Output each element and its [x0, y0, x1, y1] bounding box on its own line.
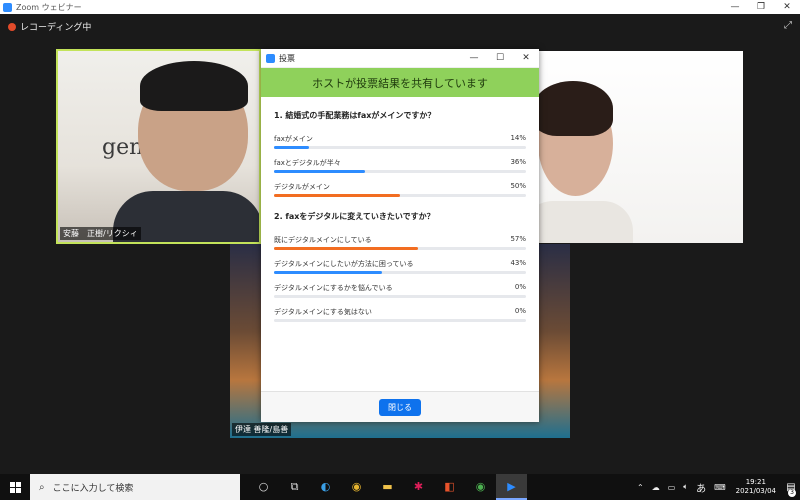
task-view-icon[interactable]: ⧉	[279, 474, 310, 500]
answer-row: デジタルメインにする気はない 0%	[274, 307, 526, 322]
taskbar-search-box[interactable]: ⌕ ここに入力して検索	[30, 474, 240, 500]
result-bar-fill	[274, 247, 418, 250]
result-bar	[274, 194, 526, 197]
participant-body	[538, 201, 633, 243]
window-controls: — ❐ ✕	[722, 2, 800, 12]
answer-percent: 0%	[514, 283, 526, 291]
result-bar-fill	[274, 194, 400, 197]
notification-center-icon[interactable]: ▤ 3	[782, 482, 800, 497]
network-icon[interactable]: ▭	[668, 483, 676, 492]
poll-window-controls: — ☐ ✕	[461, 53, 539, 63]
answer-label: デジタルがメイン	[274, 183, 330, 191]
answer-label: デジタルメインにするかを悩んでいる	[274, 284, 393, 292]
fullscreen-icon[interactable]: ⤢	[784, 20, 792, 31]
participant-name: 伊達 善隆/島善	[232, 423, 292, 436]
close-window-button[interactable]: ✕	[774, 2, 800, 12]
answer-label: 既にデジタルメインにしている	[274, 236, 372, 244]
answer-row: デジタルメインにするかを悩んでいる 0%	[274, 283, 526, 298]
windows-taskbar: ⌕ ここに入力して検索 ○ ⧉ ◐ ◉ ▬ ✱ ◧ ◉ ▶ ⌃ ☁ ▭ 🔈︎ あ…	[0, 474, 800, 500]
answer-label: faxとデジタルが半々	[274, 159, 341, 167]
start-button[interactable]	[0, 474, 30, 500]
show-hidden-icons-icon[interactable]: ⌃	[637, 483, 644, 492]
poll-footer: 閉じる	[261, 391, 539, 422]
zoom-titlebar: Zoom ウェビナー — ❐ ✕	[0, 0, 800, 14]
search-icon: ⌕	[39, 481, 45, 493]
close-poll-button[interactable]: 閉じる	[379, 398, 421, 416]
question-title: 1. 結婚式の手配業務はfaxがメインですか？	[274, 111, 436, 120]
poll-close-x-button[interactable]: ✕	[513, 53, 539, 63]
minimize-button[interactable]: —	[722, 2, 748, 12]
poll-results: 1. 結婚式の手配業務はfaxがメインですか？ faxがメイン 14% faxとデ…	[261, 110, 539, 322]
recording-dot-icon	[8, 22, 16, 31]
edge-icon[interactable]: ◐	[310, 474, 341, 500]
poll-maximize-button[interactable]: ☐	[487, 53, 513, 63]
system-tray: ⌃ ☁ ▭ 🔈︎ あ ⌨ 19:21 2021/03/04 ▤ 3	[633, 478, 800, 497]
clock-date: 2021/03/04	[735, 487, 776, 495]
answer-percent: 50%	[510, 182, 526, 190]
taskbar-clock[interactable]: 19:21 2021/03/04	[736, 478, 776, 496]
question-title: 2. faxをデジタルに変えていきたいですか？	[274, 212, 435, 221]
result-bar	[274, 170, 526, 173]
answer-row: faxがメイン 14%	[274, 134, 526, 149]
windows-logo-icon	[9, 481, 21, 493]
result-bar	[274, 271, 526, 274]
volume-icon[interactable]: 🔈︎	[683, 482, 688, 492]
zoom-app-icon	[3, 2, 12, 12]
result-bar-fill	[274, 170, 365, 173]
recording-label: レコーディング中	[20, 23, 92, 33]
answer-label: デジタルメインにする気はない	[274, 308, 372, 316]
answer-row: デジタルメインにしたいが方法に困っている 43%	[274, 259, 526, 274]
ime-indicator[interactable]: あ	[696, 480, 706, 495]
answer-row: 既にデジタルメインにしている 57%	[274, 235, 526, 250]
answer-label: デジタルメインにしたいが方法に困っている	[274, 260, 414, 268]
cortana-icon[interactable]: ○	[248, 474, 279, 500]
result-bar-fill	[274, 271, 383, 274]
video-tile-2[interactable]	[538, 51, 743, 243]
participant-hair	[140, 61, 248, 111]
recording-indicator: レコーディング中	[8, 20, 91, 33]
zoom-icon[interactable]: ▶	[496, 474, 527, 500]
answer-label: faxがメイン	[274, 135, 313, 143]
answer-percent: 0%	[514, 307, 526, 315]
participant-name: 安藤 正樹/リクシィ	[60, 227, 141, 240]
poll-dialog: 投票 — ☐ ✕ ホストが投票結果を共有しています 1. 結婚式の手配業務はfa…	[261, 49, 539, 422]
result-bar	[274, 295, 526, 298]
office-icon[interactable]: ◧	[434, 474, 465, 500]
restore-button[interactable]: ❐	[748, 2, 774, 12]
chrome-icon-2[interactable]: ◉	[465, 474, 496, 500]
result-bar-fill	[274, 146, 310, 149]
window-title: Zoom ウェビナー	[16, 2, 82, 12]
result-bar	[274, 146, 526, 149]
answer-percent: 14%	[510, 134, 526, 142]
cloud-icon[interactable]: ☁	[652, 483, 660, 492]
keyboard-icon[interactable]: ⌨	[714, 483, 726, 492]
poll-minimize-button[interactable]: —	[461, 53, 487, 63]
taskbar-apps: ○ ⧉ ◐ ◉ ▬ ✱ ◧ ◉ ▶	[248, 474, 527, 500]
clock-time: 19:21	[745, 478, 766, 486]
zoom-app-icon	[266, 53, 275, 63]
poll-window-title: 投票	[279, 53, 295, 63]
participant-hair	[538, 81, 613, 136]
answer-row: デジタルがメイン 50%	[274, 182, 526, 197]
poll-titlebar: 投票 — ☐ ✕	[261, 49, 539, 68]
file-explorer-icon[interactable]: ▬	[372, 474, 403, 500]
result-bar	[274, 319, 526, 322]
video-tile-1[interactable]: gense 安藤 正樹/リクシィ	[56, 49, 261, 244]
result-bar	[274, 247, 526, 250]
poll-share-banner: ホストが投票結果を共有しています	[261, 68, 539, 97]
chrome-icon[interactable]: ◉	[341, 474, 372, 500]
answer-percent: 43%	[510, 259, 526, 267]
answer-percent: 57%	[510, 235, 526, 243]
answer-row: faxとデジタルが半々 36%	[274, 158, 526, 173]
search-placeholder: ここに入力して検索	[52, 483, 134, 494]
answer-percent: 36%	[510, 158, 526, 166]
slack-icon[interactable]: ✱	[403, 474, 434, 500]
notification-count: 3	[788, 488, 796, 497]
